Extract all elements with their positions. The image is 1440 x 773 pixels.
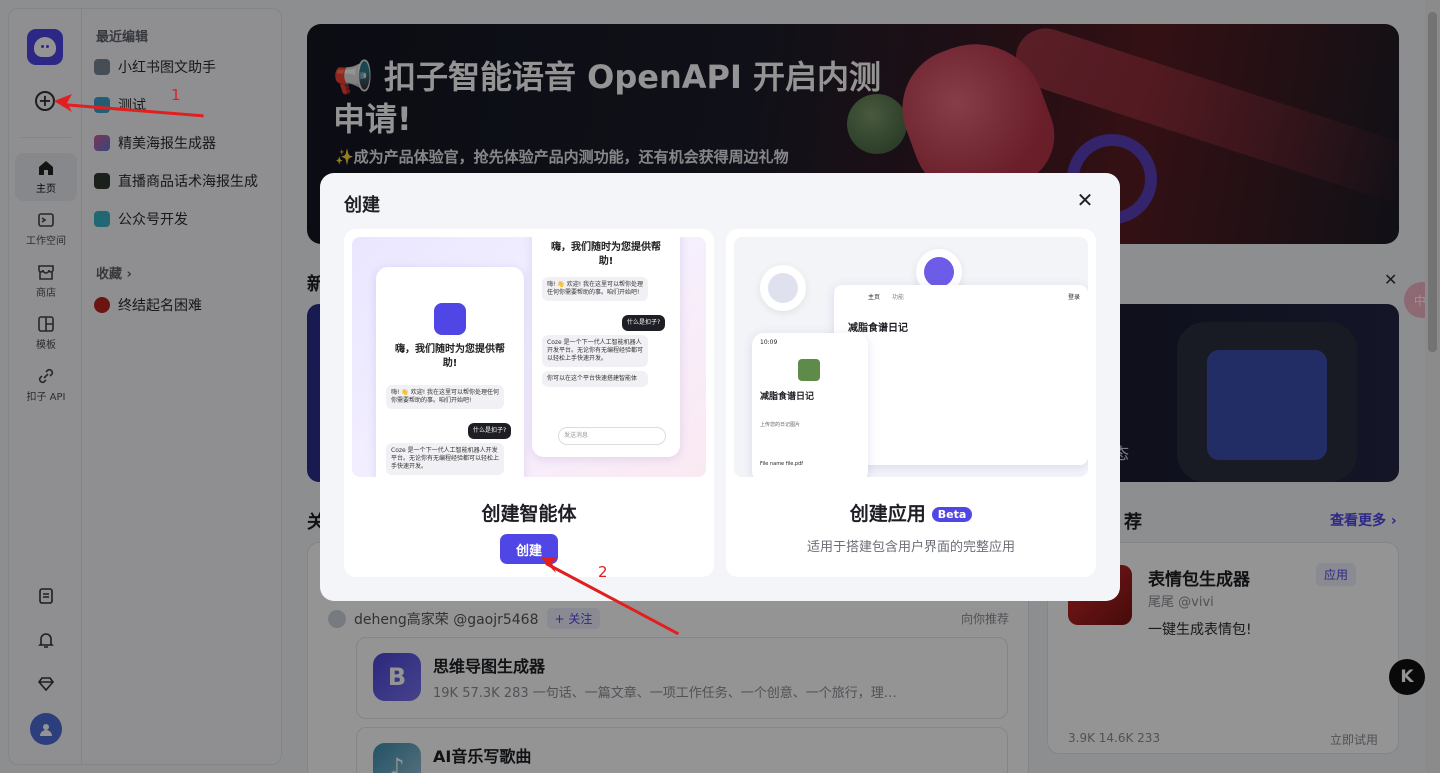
preview-greeting: 嗨，我们随时为您提供帮助!: [395, 344, 505, 369]
agent-preview: 嗨，我们随时为您提供帮助! 嗨! 👋 欢迎! 我在这里可以帮你处理任何你需要帮助…: [352, 237, 706, 477]
preview-bubble: Coze 是一个下一代人工智能机器人开发平台。无论你有无编程经验都可以轻松上手快…: [542, 335, 648, 367]
create-agent-title: 创建智能体: [481, 503, 577, 525]
preview-greeting: 嗨，我们随时为您提供帮助!: [551, 242, 661, 267]
annotation-arrowhead: [540, 557, 558, 573]
create-app-title: 创建应用 Beta: [726, 499, 1096, 526]
preview-bubble: 什么是扣子?: [622, 315, 666, 331]
preview-bubble: Coze 是一个下一代人工智能机器人开发平台。无论你有无编程经验都可以轻松上手快…: [386, 443, 504, 475]
preview-login: 登录: [1068, 294, 1081, 301]
preview-title: 减脂食谱日记: [760, 392, 815, 402]
preview-file: File name file.pdf: [760, 461, 804, 467]
preview-tab: 功能: [892, 294, 905, 301]
preview-tab: 主页: [868, 294, 881, 301]
create-app-desc: 适用于搭建包含用户界面的完整应用: [806, 540, 1015, 555]
food-image: [798, 359, 820, 381]
annotation-number: 1: [171, 86, 181, 104]
preview-bubble: 嗨! 👋 欢迎! 我在这里可以帮你处理任何你需要帮助的事。咱们开始吧!: [542, 277, 648, 301]
preview-bubble: 什么是扣子?: [468, 423, 512, 439]
web-mockup: 主页 功能 登录 减脂食谱日记: [834, 285, 1088, 465]
preview-bubble: 嗨! 👋 欢迎! 我在这里可以帮你处理任何你需要帮助的事。咱们开始吧!: [386, 385, 504, 409]
create-agent-option[interactable]: 嗨，我们随时为您提供帮助! 嗨! 👋 欢迎! 我在这里可以帮你处理任何你需要帮助…: [344, 229, 714, 577]
preview-upload: 上传您的日记图片: [760, 422, 801, 428]
beta-badge: Beta: [931, 507, 973, 522]
annotation-arrowhead: [54, 94, 72, 112]
phone-mockup: 嗨，我们随时为您提供帮助! 嗨! 👋 欢迎! 我在这里可以帮你处理任何你需要帮助…: [532, 237, 680, 457]
create-dialog: 创建 ✕ 嗨，我们随时为您提供帮助! 嗨! 👋 欢迎! 我在这里可以帮你处理任何…: [320, 173, 1120, 601]
app-preview: 主页 功能 登录 减脂食谱日记 10:09 减脂食谱日记 上传您的日记图片 Fi…: [734, 237, 1088, 477]
phone-mockup: 嗨，我们随时为您提供帮助! 嗨! 👋 欢迎! 我在这里可以帮你处理任何你需要帮助…: [376, 267, 524, 477]
coze-logo-icon: [434, 303, 466, 335]
preview-input: 发送消息: [558, 427, 666, 445]
preview-time: 10:09: [760, 339, 778, 346]
annotation-number: 2: [598, 563, 608, 581]
dialog-title: 创建: [344, 195, 380, 216]
doc-icon: [760, 265, 806, 311]
create-app-option[interactable]: 主页 功能 登录 减脂食谱日记 10:09 减脂食谱日记 上传您的日记图片 Fi…: [726, 229, 1096, 577]
create-app-title-text: 创建应用: [849, 503, 926, 525]
phone-mockup: 10:09 减脂食谱日记 上传您的日记图片 File name file.pdf: [752, 333, 868, 477]
close-icon[interactable]: ✕: [1074, 188, 1096, 212]
preview-bubble: 你可以在这个平台快速搭建智能体: [542, 371, 648, 387]
preview-title: 减脂食谱日记: [848, 323, 908, 334]
